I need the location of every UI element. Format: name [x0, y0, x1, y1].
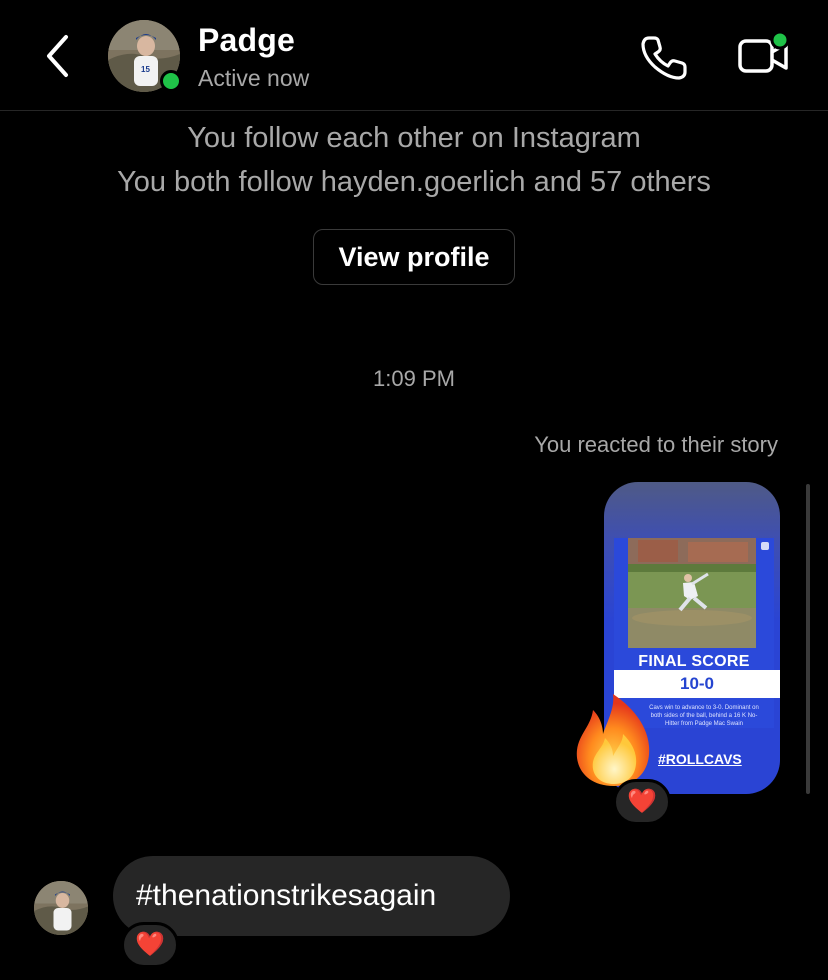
- video-call-button[interactable]: [734, 30, 794, 80]
- story-description: Cavs win to advance to 3-0. Dominant on …: [649, 705, 759, 727]
- story-photo: [628, 538, 756, 648]
- message-text: #thenationstrikesagain: [136, 879, 437, 912]
- story-heart-reaction[interactable]: ❤️: [613, 779, 671, 825]
- svg-text:15: 15: [141, 65, 150, 74]
- story-final-score-label: FINAL SCORE: [638, 653, 750, 670]
- phone-icon: [641, 36, 687, 80]
- online-indicator: [160, 70, 182, 92]
- audio-call-button[interactable]: [638, 32, 692, 82]
- profile-avatar[interactable]: 15: [108, 20, 182, 92]
- back-icon: [47, 35, 68, 77]
- heart-icon: ❤️: [627, 788, 657, 815]
- story-reaction-label: You reacted to their story: [534, 432, 778, 457]
- sender-avatar[interactable]: [34, 881, 88, 935]
- contact-name[interactable]: Padge: [198, 22, 295, 59]
- mutual-followers-text: You both follow hayden.goerlich and 57 o…: [117, 166, 711, 198]
- message-timestamp: 1:09 PM: [373, 366, 455, 391]
- fire-icon: [569, 692, 659, 788]
- back-button[interactable]: [38, 32, 78, 80]
- mutual-follow-text: You follow each other on Instagram: [187, 122, 641, 154]
- message-bubble[interactable]: #thenationstrikesagain: [113, 856, 510, 936]
- video-call-icon: [738, 30, 790, 73]
- story-corner-mark: [761, 542, 769, 550]
- view-profile-button[interactable]: View profile: [313, 229, 515, 285]
- heart-icon: ❤️: [135, 931, 165, 958]
- chat-header: 15 Padge Active now: [0, 0, 828, 111]
- message-heart-reaction[interactable]: ❤️: [121, 922, 179, 968]
- story-hashtag: #ROLLCAVS: [658, 751, 742, 767]
- scrollbar[interactable]: [806, 484, 810, 794]
- active-status: Active now: [198, 65, 310, 91]
